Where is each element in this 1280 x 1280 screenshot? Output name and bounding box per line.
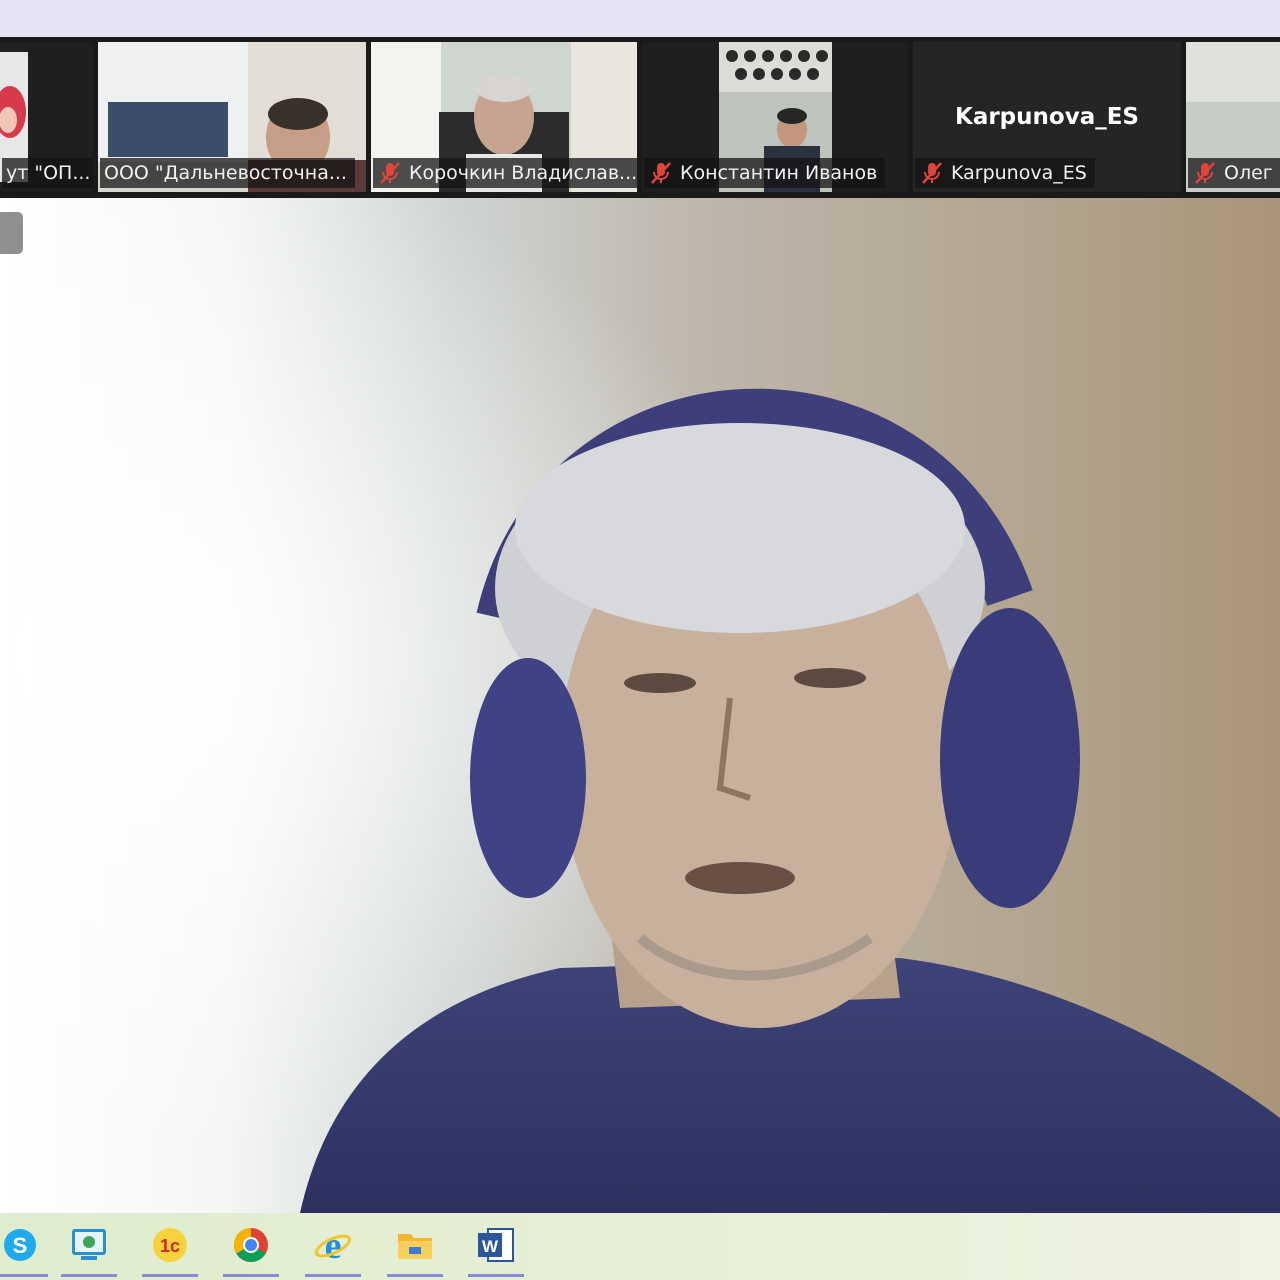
participant-name-tag: Корочкин Владислав... <box>373 158 637 188</box>
taskbar-item-file-explorer[interactable] <box>383 1225 447 1277</box>
taskbar-item-chrome[interactable] <box>219 1225 283 1277</box>
remote-desktop-icon <box>72 1229 106 1260</box>
participant-name: ООО "Дальневосточна... <box>104 162 347 184</box>
svg-text:1c: 1c <box>160 1236 180 1256</box>
skype-icon: S <box>4 1229 36 1261</box>
participant-tile[interactable]: Олег <box>1186 42 1280 192</box>
participant-name: Константин Иванов <box>680 162 878 184</box>
participant-name-tag: ут "ОП... <box>2 158 93 188</box>
participant-name-tag: Олег <box>1188 158 1280 188</box>
participant-display-name: Karpunova_ES <box>955 104 1139 130</box>
muted-mic-icon <box>380 162 400 184</box>
participant-tile[interactable]: ут "ОП... <box>0 42 93 192</box>
side-toggle-button[interactable] <box>0 212 23 254</box>
participant-tile[interactable]: ООО "Дальневосточна... <box>98 42 366 192</box>
participant-name: Karpunova_ES <box>951 162 1087 184</box>
word-icon: W <box>478 1228 514 1262</box>
participant-tile[interactable]: Karpunova_ES Karpunova_ES <box>913 42 1181 192</box>
participant-name-tag: Karpunova_ES <box>915 158 1095 188</box>
muted-mic-icon <box>1195 162 1215 184</box>
participant-tile[interactable]: Константин Иванов <box>642 42 908 192</box>
1c-icon: 1c <box>153 1228 187 1262</box>
participant-name-tag: Константин Иванов <box>644 158 886 188</box>
taskbar-item-1c[interactable]: 1c <box>138 1225 202 1277</box>
muted-mic-icon <box>922 162 942 184</box>
taskbar-item-remote-desktop[interactable] <box>57 1225 121 1277</box>
participant-thumbnail-strip: ут "ОП... ООО "Дальневосточна... Корочки… <box>0 37 1280 198</box>
participant-name-tag: ООО "Дальневосточна... <box>100 158 355 188</box>
windows-taskbar: S 1c e W <box>0 1213 1280 1280</box>
svg-text:W: W <box>482 1237 499 1256</box>
taskbar-item-word[interactable]: W <box>464 1225 528 1277</box>
participant-name: Олег <box>1224 162 1273 184</box>
participant-name: ут "ОП... <box>6 162 91 184</box>
participant-tile[interactable]: Корочкин Владислав... <box>371 42 637 192</box>
svg-text:e: e <box>325 1225 342 1265</box>
taskbar-item-skype[interactable]: S <box>0 1225 52 1277</box>
muted-mic-icon <box>651 162 671 184</box>
participant-name: Корочкин Владислав... <box>409 162 637 184</box>
chrome-icon <box>234 1228 268 1262</box>
window-top-strip <box>0 0 1280 37</box>
internet-explorer-icon: e <box>314 1225 352 1265</box>
file-explorer-icon <box>398 1234 432 1259</box>
taskbar-item-internet-explorer[interactable]: e <box>301 1225 365 1277</box>
svg-text:S: S <box>13 1233 28 1258</box>
active-speaker-video[interactable] <box>0 198 1280 1213</box>
speaker-image <box>0 198 1280 1213</box>
